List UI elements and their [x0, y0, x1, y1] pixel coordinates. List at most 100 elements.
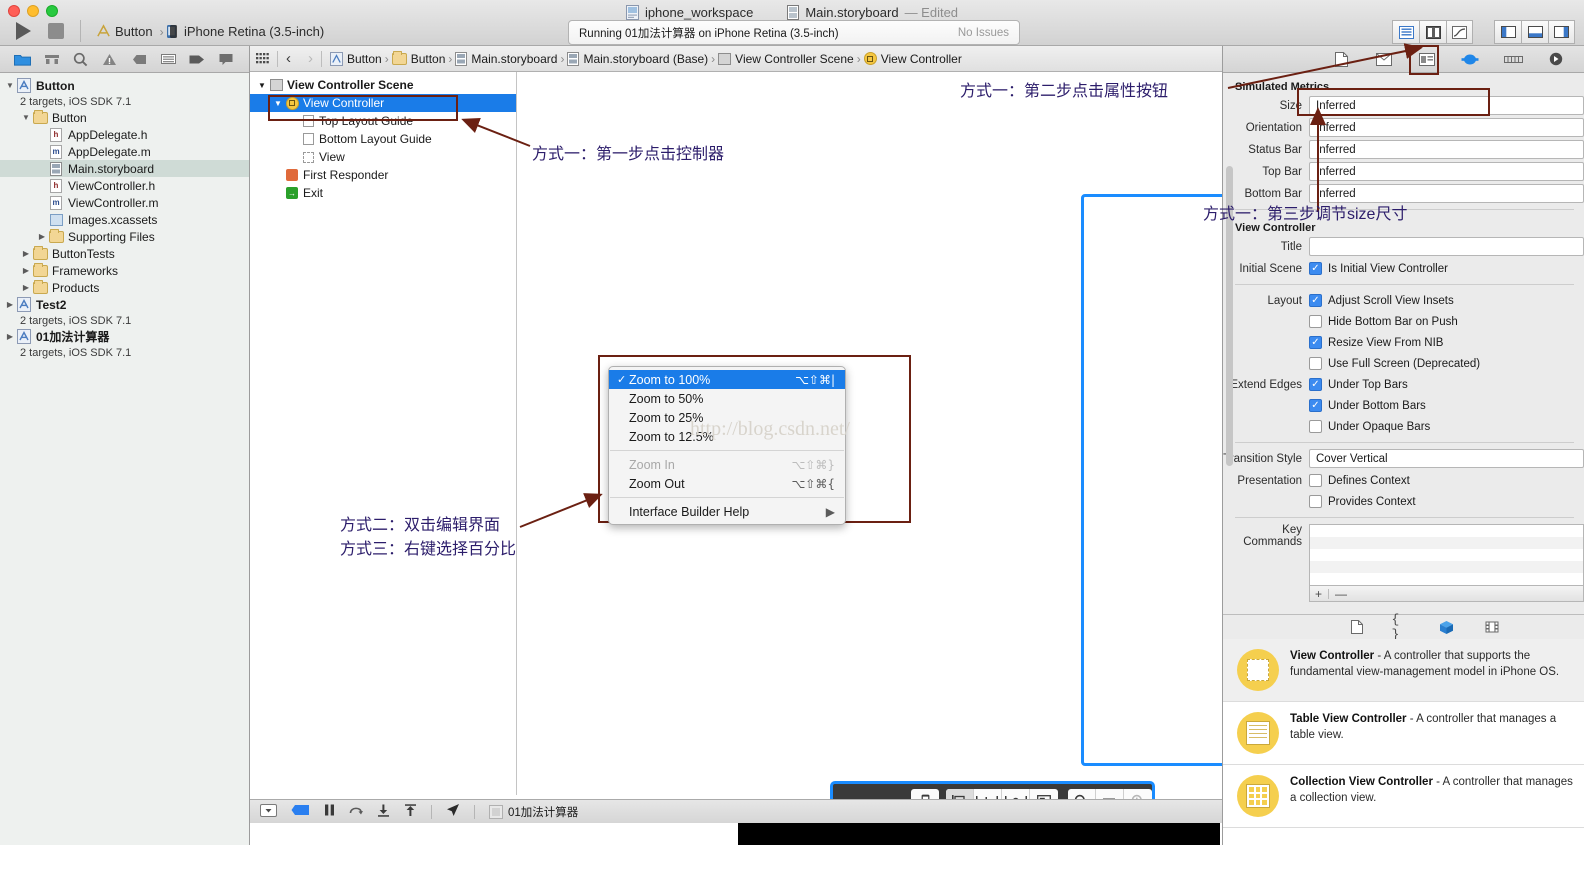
nav-item-products[interactable]: ▶Products	[0, 279, 249, 296]
chevron-right-icon[interactable]: ▶	[20, 249, 32, 258]
chevron-down-icon[interactable]: ▼	[20, 113, 32, 122]
outline-item-first-responder[interactable]: First Responder	[250, 166, 516, 184]
tag-icon[interactable]	[188, 51, 206, 67]
standard-editor-button[interactable]	[1392, 20, 1419, 44]
layout-checkbox-group[interactable]: Layout✓Adjust Scroll View Insets Hide Bot…	[1223, 291, 1584, 373]
assistant-editor-button[interactable]	[1419, 20, 1446, 44]
step-out-icon[interactable]	[404, 804, 417, 820]
toggle-debug-button[interactable]	[1521, 20, 1548, 44]
size-inspector-icon[interactable]	[1503, 51, 1523, 68]
presentation-checkbox-group[interactable]: PresentationDefines Context Provides Cont…	[1223, 471, 1584, 511]
extend-edges-checkbox-group[interactable]: Extend Edges✓Under Top Bars✓Under Bottom…	[1223, 375, 1584, 436]
layout-checkbox-3[interactable]	[1309, 357, 1322, 370]
breadcrumb-item-3[interactable]: Main.storyboard (Base)	[567, 52, 708, 66]
title-row[interactable]: Title	[1223, 237, 1584, 256]
hide-debug-icon[interactable]	[260, 804, 277, 820]
nav-item-buttontests[interactable]: ▶ButtonTests	[0, 245, 249, 262]
toggle-navigator-button[interactable]	[1494, 20, 1521, 44]
nav-item-supporting-files[interactable]: ▶Supporting Files	[0, 228, 249, 245]
layout-checkbox-0[interactable]: ✓	[1309, 294, 1322, 307]
step-over-icon[interactable]	[349, 804, 363, 819]
metric-row-top-bar[interactable]: Top BarInferred	[1223, 162, 1584, 181]
nav-item-01-[interactable]: ▶01加法计算器	[0, 328, 249, 345]
debug-bar[interactable]: 01加法计算器	[250, 799, 1222, 823]
nav-item-test2[interactable]: ▶Test2	[0, 296, 249, 313]
chevron-right-icon[interactable]: ▶	[20, 266, 32, 275]
related-items-icon[interactable]	[256, 53, 269, 64]
menu-item-interface-builder-help[interactable]: Interface Builder Help▶	[609, 502, 845, 521]
test-icon[interactable]	[159, 51, 177, 67]
breadcrumb-item-4[interactable]: View Controller Scene	[718, 52, 854, 66]
nav-item-appdelegate-m[interactable]: mAppDelegate.m	[0, 143, 249, 160]
key-commands-footer[interactable]: + —	[1309, 586, 1584, 602]
run-button[interactable]	[16, 22, 31, 40]
quick-help-icon[interactable]	[1374, 51, 1394, 68]
key-commands-list[interactable]	[1309, 524, 1584, 586]
library-item-2[interactable]: Collection View Controller - A controlle…	[1223, 765, 1584, 828]
object-library-list[interactable]: View Controller - A controller that supp…	[1223, 639, 1584, 891]
outline-item-bottom-layout-guide[interactable]: Bottom Layout Guide	[250, 130, 516, 148]
breadcrumb-item-1[interactable]: Button	[392, 52, 446, 66]
step-into-icon[interactable]	[377, 804, 390, 820]
remove-key-command-button[interactable]: —	[1335, 587, 1347, 601]
nav-item-main-storyboard[interactable]: Main.storyboard	[0, 160, 249, 177]
zoom-context-menu[interactable]: ✓Zoom to 100%⌥⇧⌘|Zoom to 50%Zoom to 25%Z…	[608, 366, 846, 525]
object-library-icon[interactable]	[1437, 619, 1457, 636]
presentation-row-1[interactable]: Provides Context	[1223, 492, 1584, 511]
metric-row-orientation[interactable]: OrientationInferred	[1223, 118, 1584, 137]
navigator-toolbar[interactable]	[0, 46, 249, 73]
menu-item-zoom-to-25-[interactable]: Zoom to 25%	[609, 408, 845, 427]
breadcrumb[interactable]: Button›Button›Main.storyboard›Main.story…	[330, 52, 962, 66]
transition-style-row[interactable]: Transition Style Cover Vertical	[1223, 449, 1584, 468]
file-template-library-icon[interactable]	[1347, 619, 1367, 636]
nav-item-appdelegate-h[interactable]: hAppDelegate.h	[0, 126, 249, 143]
toggle-inspector-button[interactable]	[1548, 20, 1575, 44]
destination-selector[interactable]: iPhone Retina (3.5-inch)	[166, 24, 324, 39]
process-item[interactable]: 01加法计算器	[489, 804, 578, 820]
nav-item-viewcontroller-m[interactable]: mViewController.m	[0, 194, 249, 211]
connections-inspector-icon[interactable]	[1546, 51, 1566, 68]
nav-item-button[interactable]: ▼Button	[0, 109, 249, 126]
nav-item-images-xcassets[interactable]: Images.xcassets	[0, 211, 249, 228]
extend-edges-row-2[interactable]: Under Opaque Bars	[1223, 417, 1584, 436]
presentation-checkbox-1[interactable]	[1309, 495, 1322, 508]
title-field[interactable]	[1309, 237, 1584, 256]
chevron-right-icon[interactable]: ▶	[36, 232, 48, 241]
media-library-icon[interactable]	[1482, 619, 1502, 636]
menu-item-zoom-out[interactable]: Zoom Out⌥⇧⌘{	[609, 474, 845, 493]
file-inspector-icon[interactable]	[1331, 51, 1351, 68]
extend-edges-checkbox-0[interactable]: ✓	[1309, 378, 1322, 391]
layout-row-1[interactable]: Hide Bottom Bar on Push	[1223, 312, 1584, 331]
breakpoint-icon[interactable]	[130, 51, 148, 67]
layout-row-2[interactable]: ✓Resize View From NIB	[1223, 333, 1584, 352]
initial-scene-row[interactable]: Initial Scene ✓ Is Initial View Controll…	[1223, 259, 1584, 278]
nav-item-viewcontroller-h[interactable]: hViewController.h	[0, 177, 249, 194]
metric-field[interactable]: Inferred	[1309, 140, 1584, 159]
inspector-tab-bar[interactable]	[1223, 46, 1584, 73]
version-editor-button[interactable]	[1446, 20, 1473, 44]
code-snippet-library-icon[interactable]: { }	[1392, 619, 1412, 636]
chevron-right-icon[interactable]: ▶	[20, 283, 32, 292]
library-tab-bar[interactable]: { }	[1223, 614, 1584, 639]
document-outline[interactable]: ▼View Controller Scene▼View ControllerTo…	[250, 72, 517, 821]
extend-edges-checkbox-1[interactable]: ✓	[1309, 399, 1322, 412]
nav-item-button[interactable]: ▼Button	[0, 77, 249, 94]
editor-mode-group[interactable]	[1392, 20, 1473, 44]
chevron-down-icon[interactable]: ▼	[4, 81, 16, 90]
layout-row-0[interactable]: Layout✓Adjust Scroll View Insets	[1223, 291, 1584, 310]
pause-icon[interactable]	[324, 804, 335, 819]
location-icon[interactable]	[446, 803, 460, 820]
presentation-row-0[interactable]: PresentationDefines Context	[1223, 471, 1584, 490]
stop-button[interactable]	[48, 23, 64, 39]
library-item-0[interactable]: View Controller - A controller that supp…	[1223, 639, 1584, 702]
menu-item-zoom-to-12-5-[interactable]: Zoom to 12.5%	[609, 427, 845, 446]
jump-bar[interactable]: ‹ › Button›Button›Main.storyboard›Main.s…	[250, 46, 1222, 72]
outline-item-exit[interactable]: →Exit	[250, 184, 516, 202]
library-item-1[interactable]: Table View Controller - A controller tha…	[1223, 702, 1584, 765]
menu-item-zoom-to-50-[interactable]: Zoom to 50%	[609, 389, 845, 408]
breakpoints-icon[interactable]	[291, 804, 310, 819]
presentation-checkbox-0[interactable]	[1309, 474, 1322, 487]
chevron-right-icon[interactable]: ▶	[4, 300, 16, 309]
extend-edges-row-1[interactable]: ✓Under Bottom Bars	[1223, 396, 1584, 415]
transition-style-field[interactable]: Cover Vertical	[1309, 449, 1584, 468]
